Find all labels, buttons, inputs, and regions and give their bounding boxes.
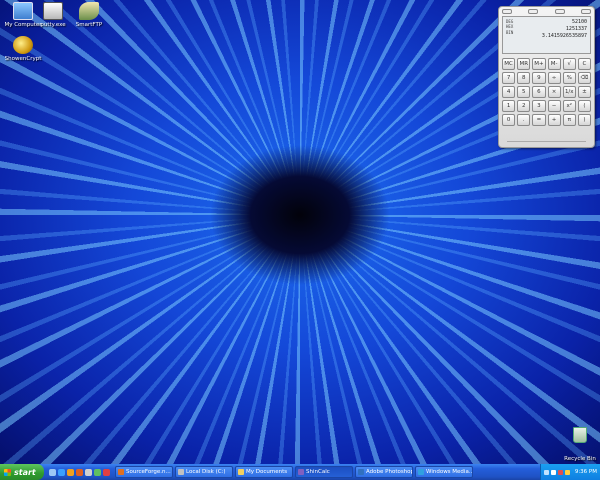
app-icon bbox=[178, 469, 184, 475]
calculator-key[interactable]: M+ bbox=[532, 58, 546, 70]
calculator-key[interactable]: ⌫ bbox=[577, 72, 591, 84]
taskbar-task-button[interactable]: Local Disk (C:) bbox=[175, 466, 233, 478]
system-tray: 9:36 PM bbox=[540, 464, 600, 480]
calculator-key[interactable]: 5 bbox=[517, 86, 531, 98]
browser-icon[interactable] bbox=[58, 468, 65, 476]
close-icon[interactable] bbox=[580, 9, 591, 14]
desktop-icon-recycle-bin[interactable]: Recycle Bin bbox=[562, 427, 598, 464]
desktop-icon-label: ShowenCrypt bbox=[4, 56, 42, 62]
calculator-window[interactable]: DEG HEX BIN 52100 1251337 3.141592653589… bbox=[498, 6, 595, 148]
calculator-key[interactable]: × bbox=[547, 86, 561, 98]
network-icon[interactable] bbox=[94, 468, 101, 476]
desktop-icon-showencrypt[interactable]: ShowenCrypt bbox=[0, 36, 46, 62]
calculator-key[interactable]: √ bbox=[562, 58, 576, 70]
desktop-icon-smartftp[interactable]: SmartFTP bbox=[66, 2, 112, 28]
security-tray-icon[interactable] bbox=[557, 469, 563, 475]
calculator-key[interactable]: − bbox=[547, 100, 561, 112]
calculator-key[interactable]: MR bbox=[517, 58, 531, 70]
app-icon bbox=[298, 469, 304, 475]
calculator-key[interactable]: M- bbox=[547, 58, 561, 70]
calculator-key[interactable]: 4 bbox=[502, 86, 516, 98]
app-icon bbox=[418, 469, 424, 475]
desktop-icon-label: Recycle Bin bbox=[564, 456, 596, 462]
start-button[interactable]: start bbox=[0, 464, 44, 480]
display-line: 3.1415926535897 bbox=[541, 32, 587, 39]
calculator-key[interactable]: % bbox=[562, 72, 576, 84]
settings-icon[interactable] bbox=[502, 9, 512, 14]
calculator-key[interactable]: MC bbox=[502, 58, 516, 70]
mode-label: HEX bbox=[506, 24, 514, 30]
taskbar-task-button[interactable]: ShinCalc bbox=[295, 466, 353, 478]
lock-icon bbox=[13, 36, 33, 54]
taskbar-task-button[interactable]: My Documents bbox=[235, 466, 293, 478]
taskbar-task-button[interactable]: SourceForge.n... bbox=[115, 466, 173, 478]
desktop-icon-label: SmartFTP bbox=[75, 22, 103, 28]
media-player-icon[interactable] bbox=[67, 468, 74, 476]
help-icon[interactable] bbox=[103, 468, 110, 476]
volume-tray-icon[interactable] bbox=[550, 469, 556, 475]
calculator-key[interactable]: . bbox=[517, 114, 531, 126]
update-tray-icon[interactable] bbox=[564, 469, 570, 475]
calculator-key[interactable]: 9 bbox=[532, 72, 546, 84]
terminal-icon bbox=[43, 2, 63, 20]
calculator-key[interactable]: 8 bbox=[517, 72, 531, 84]
menu-icon[interactable] bbox=[528, 9, 539, 14]
app-icon bbox=[358, 469, 364, 475]
firefox-icon[interactable] bbox=[76, 468, 83, 476]
minimize-icon[interactable] bbox=[554, 9, 565, 14]
app-icon bbox=[118, 469, 124, 475]
display-line: 52100 bbox=[571, 19, 587, 25]
calculator-key[interactable]: 2 bbox=[517, 100, 531, 112]
start-label: start bbox=[14, 467, 36, 477]
show-desktop-icon[interactable] bbox=[49, 468, 56, 476]
taskbar-task-button[interactable]: Adobe Photoshop bbox=[355, 466, 413, 478]
task-label: Windows Media... bbox=[426, 469, 473, 475]
mail-icon[interactable] bbox=[85, 468, 92, 476]
task-label: ShinCalc bbox=[306, 469, 330, 475]
mode-label: BIN bbox=[506, 29, 514, 35]
calculator-key[interactable]: 7 bbox=[502, 72, 516, 84]
clock[interactable]: 9:36 PM bbox=[575, 469, 597, 475]
calculator-key[interactable]: 0 bbox=[502, 114, 516, 126]
windows-logo-icon bbox=[4, 468, 11, 476]
ftp-icon bbox=[79, 2, 99, 20]
calculator-key[interactable]: ) bbox=[577, 114, 591, 126]
calculator-key[interactable]: + bbox=[547, 114, 561, 126]
mode-indicators: DEG HEX BIN bbox=[506, 19, 513, 35]
network-tray-icon[interactable] bbox=[543, 469, 549, 475]
calculator-key[interactable]: 3 bbox=[532, 100, 546, 112]
calculator-key[interactable]: ( bbox=[577, 100, 591, 112]
taskbar: start SourceForge.n... Local Disk (C:) My … bbox=[0, 464, 600, 480]
task-label: Adobe Photoshop bbox=[366, 469, 413, 475]
calculator-key[interactable]: 6 bbox=[532, 86, 546, 98]
app-icon bbox=[238, 469, 244, 475]
display-line: 1251337 bbox=[565, 25, 587, 32]
task-label: Local Disk (C:) bbox=[186, 469, 226, 475]
calculator-key[interactable]: 1 bbox=[502, 100, 516, 112]
task-label: SourceForge.n... bbox=[126, 469, 171, 475]
calculator-key[interactable]: π bbox=[562, 114, 576, 126]
calculator-display: DEG HEX BIN 52100 1251337 3.141592653589… bbox=[502, 16, 591, 54]
task-label: My Documents bbox=[246, 469, 288, 475]
calculator-key[interactable]: = bbox=[532, 114, 546, 126]
calculator-key[interactable]: 1/x bbox=[562, 86, 576, 98]
calculator-keypad: MC MR M+ M- √ C 7 8 9 ÷% ⌫ 4 5 6 × 1/x ±1 2 3− x²(0. = + π) bbox=[502, 58, 591, 126]
taskbar-task-button[interactable]: Windows Media... bbox=[415, 466, 473, 478]
recycle-bin-icon bbox=[573, 427, 587, 443]
calculator-titlebar[interactable] bbox=[499, 7, 594, 15]
calculator-key[interactable]: C bbox=[577, 58, 591, 70]
calculator-key[interactable]: ÷ bbox=[547, 72, 561, 84]
quick-launch bbox=[44, 468, 115, 476]
calculator-key[interactable]: x² bbox=[562, 100, 576, 112]
task-buttons: SourceForge.n... Local Disk (C:) My Docume… bbox=[115, 466, 540, 478]
calculator-key[interactable]: ± bbox=[577, 86, 591, 98]
calculator-footer bbox=[507, 141, 586, 145]
